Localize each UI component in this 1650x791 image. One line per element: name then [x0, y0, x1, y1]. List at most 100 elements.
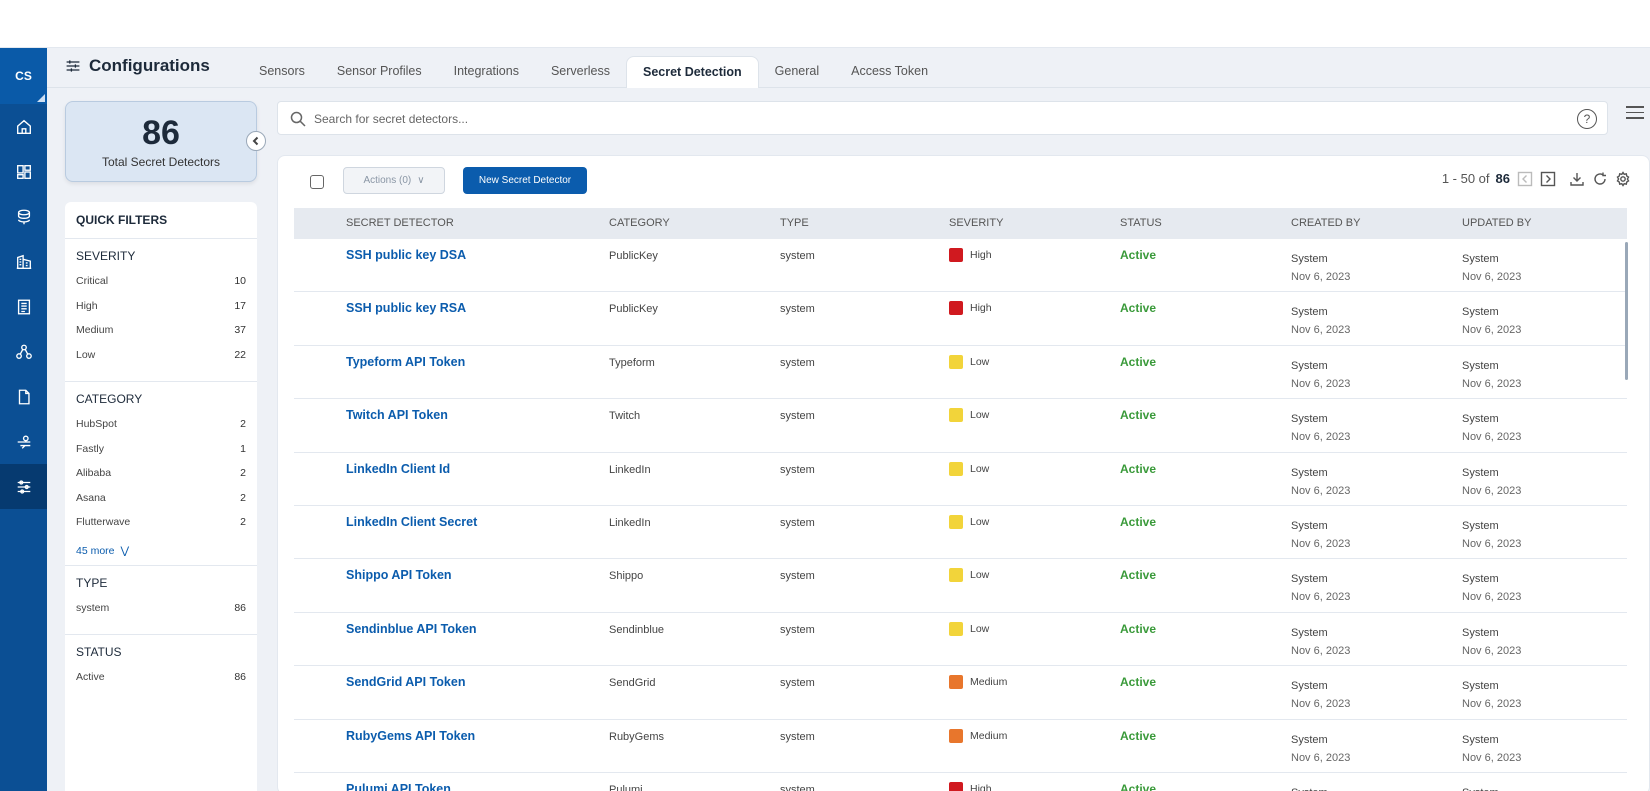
type-cell: system [780, 250, 815, 262]
select-all-checkbox[interactable] [310, 175, 324, 189]
detector-name-link[interactable]: LinkedIn Client Secret [346, 515, 477, 529]
nav-cloud-security[interactable] [0, 194, 47, 239]
nav-network[interactable] [0, 329, 47, 374]
table-row[interactable]: Shippo API Token Shippo system Low Active Sys… [294, 559, 1627, 613]
collapse-panel-button[interactable] [246, 131, 266, 151]
column-header[interactable]: CATEGORY [609, 217, 670, 229]
type-cell: system [780, 570, 815, 583]
detector-name-link[interactable]: Shippo API Token [346, 568, 452, 582]
total-count: 86 [142, 114, 180, 152]
filter-item[interactable]: Low 22 [76, 349, 246, 374]
nav-reports[interactable] [0, 284, 47, 329]
column-header[interactable]: UPDATED BY [1462, 217, 1531, 229]
settings-button[interactable] [1614, 170, 1631, 187]
severity-label: Medium [970, 729, 1008, 742]
severity-label: Low [970, 569, 990, 582]
actions-dropdown[interactable]: Actions (0) ∨ [343, 167, 445, 194]
filter-item[interactable]: Asana 2 [76, 492, 246, 517]
tab-sensors[interactable]: Sensors [243, 56, 321, 88]
filter-item[interactable]: Medium 37 [76, 324, 246, 349]
download-button[interactable] [1568, 170, 1585, 187]
created-by-cell: System Nov 6, 2023 [1291, 624, 1350, 660]
column-header[interactable]: TYPE [780, 217, 809, 229]
type-cell: system [780, 410, 815, 423]
detector-name-link[interactable]: Typeform API Token [346, 355, 465, 369]
nav-documents[interactable] [0, 374, 47, 419]
status-cell: Active [1120, 728, 1157, 743]
refresh-button[interactable] [1591, 170, 1608, 187]
status-cell: Active [1120, 408, 1157, 423]
search-input[interactable] [314, 109, 1514, 129]
created-date: Nov 6, 2023 [1291, 591, 1351, 604]
filter-item[interactable]: Fastly 1 [76, 443, 246, 468]
tab-integrations[interactable]: Integrations [438, 56, 535, 88]
tenant-switcher[interactable]: CS [0, 48, 47, 104]
tab-serverless[interactable]: Serverless [535, 56, 626, 88]
created-by-cell: System Nov 6, 2023 [1291, 250, 1350, 286]
show-more-link[interactable]: 45 more ⋁ [76, 541, 246, 557]
severity-cell: High [949, 248, 992, 262]
filter-item[interactable]: HubSpot 2 [76, 418, 246, 443]
table-row[interactable]: Pulumi API Token Pulumi system High Active Sy… [294, 773, 1627, 791]
detector-name-link[interactable]: Sendinblue API Token [346, 622, 477, 636]
detector-name-link[interactable]: SSH public key DSA [346, 248, 466, 262]
filter-item[interactable]: Alibaba 2 [76, 467, 246, 492]
updated-date: Nov 6, 2023 [1462, 698, 1522, 711]
filter-count: 2 [240, 491, 246, 504]
filter-label: HubSpot [76, 418, 117, 430]
detector-name-link[interactable]: SendGrid API Token [346, 675, 465, 689]
table-row[interactable]: SSH public key RSA PublicKey system High Act… [294, 292, 1627, 346]
sliders-icon [66, 60, 80, 72]
detector-name-link[interactable]: Twitch API Token [346, 408, 448, 422]
table-row[interactable]: Twitch API Token Twitch system Low Active Sys… [294, 399, 1627, 453]
created-by-cell: System Nov 6, 2023 [1291, 517, 1350, 553]
tab-general[interactable]: General [759, 56, 835, 88]
next-page-button[interactable] [1539, 170, 1556, 187]
category-cell: LinkedIn [609, 463, 651, 476]
cloud-stack-icon [17, 209, 30, 224]
menu-icon[interactable] [1626, 106, 1644, 120]
help-icon[interactable]: ? [1577, 109, 1597, 129]
column-header[interactable]: SECRET DETECTOR [346, 217, 454, 229]
filter-item[interactable]: Critical 10 [76, 275, 246, 300]
table-row[interactable]: Sendinblue API Token Sendinblue system Low A… [294, 613, 1627, 667]
column-header[interactable]: CREATED BY [1291, 217, 1360, 229]
column-header[interactable]: SEVERITY [949, 217, 1003, 229]
detector-name-link[interactable]: SSH public key RSA [346, 301, 466, 315]
table-row[interactable]: LinkedIn Client Secret LinkedIn system Low A… [294, 506, 1627, 560]
severity-label: Low [970, 409, 990, 422]
table-scrollbar[interactable] [1625, 242, 1628, 380]
nav-inventory[interactable] [0, 239, 47, 284]
nav-home[interactable] [0, 104, 47, 149]
new-secret-detector-button[interactable]: New Secret Detector [463, 167, 587, 194]
filter-item[interactable]: system 86 [76, 602, 246, 627]
detector-name-link[interactable]: LinkedIn Client Id [346, 462, 450, 476]
table-row[interactable]: RubyGems API Token RubyGems system Medium Ac… [294, 720, 1627, 773]
status-cell: Active [1120, 514, 1157, 529]
filter-item[interactable]: Flutterwave 2 [76, 516, 246, 541]
tab-access-token[interactable]: Access Token [835, 56, 944, 88]
prev-page-button[interactable] [1516, 170, 1533, 187]
dashboard-icon [16, 164, 31, 179]
nav-dashboard[interactable] [0, 149, 47, 194]
config-tabs: Sensors Sensor Profiles Integrations Ser… [243, 56, 944, 88]
filter-item[interactable]: High 17 [76, 300, 246, 325]
tab-sensor-profiles[interactable]: Sensor Profiles [321, 56, 438, 88]
updated-by-cell: System Nov 6, 2023 [1462, 624, 1521, 660]
category-cell: Sendinblue [609, 623, 665, 636]
column-header[interactable]: STATUS [1120, 217, 1162, 229]
updated-by-user: System [1462, 680, 1499, 693]
chevron-left-icon [252, 136, 259, 146]
table-row[interactable]: SendGrid API Token SendGrid system Medium Ac… [294, 666, 1627, 720]
table-row[interactable]: SSH public key DSA PublicKey system High Act… [294, 239, 1627, 293]
table-row[interactable]: LinkedIn Client Id LinkedIn system Low Activ… [294, 453, 1627, 506]
table-row[interactable]: Typeform API Token Typeform system Low Activ… [294, 346, 1627, 400]
nav-configurations[interactable] [0, 464, 47, 509]
filter-group-category: CATEGORY HubSpot 2 Fastly 1 Alibaba 2 Asana… [65, 382, 257, 566]
nav-integrations[interactable] [0, 419, 47, 464]
detector-name-link[interactable]: RubyGems API Token [346, 729, 475, 743]
filter-item[interactable]: Active 86 [76, 671, 246, 696]
detector-name-link[interactable]: Pulumi API Token [346, 782, 451, 791]
tab-secret-detection[interactable]: Secret Detection [626, 56, 759, 88]
search-icon [290, 111, 306, 127]
